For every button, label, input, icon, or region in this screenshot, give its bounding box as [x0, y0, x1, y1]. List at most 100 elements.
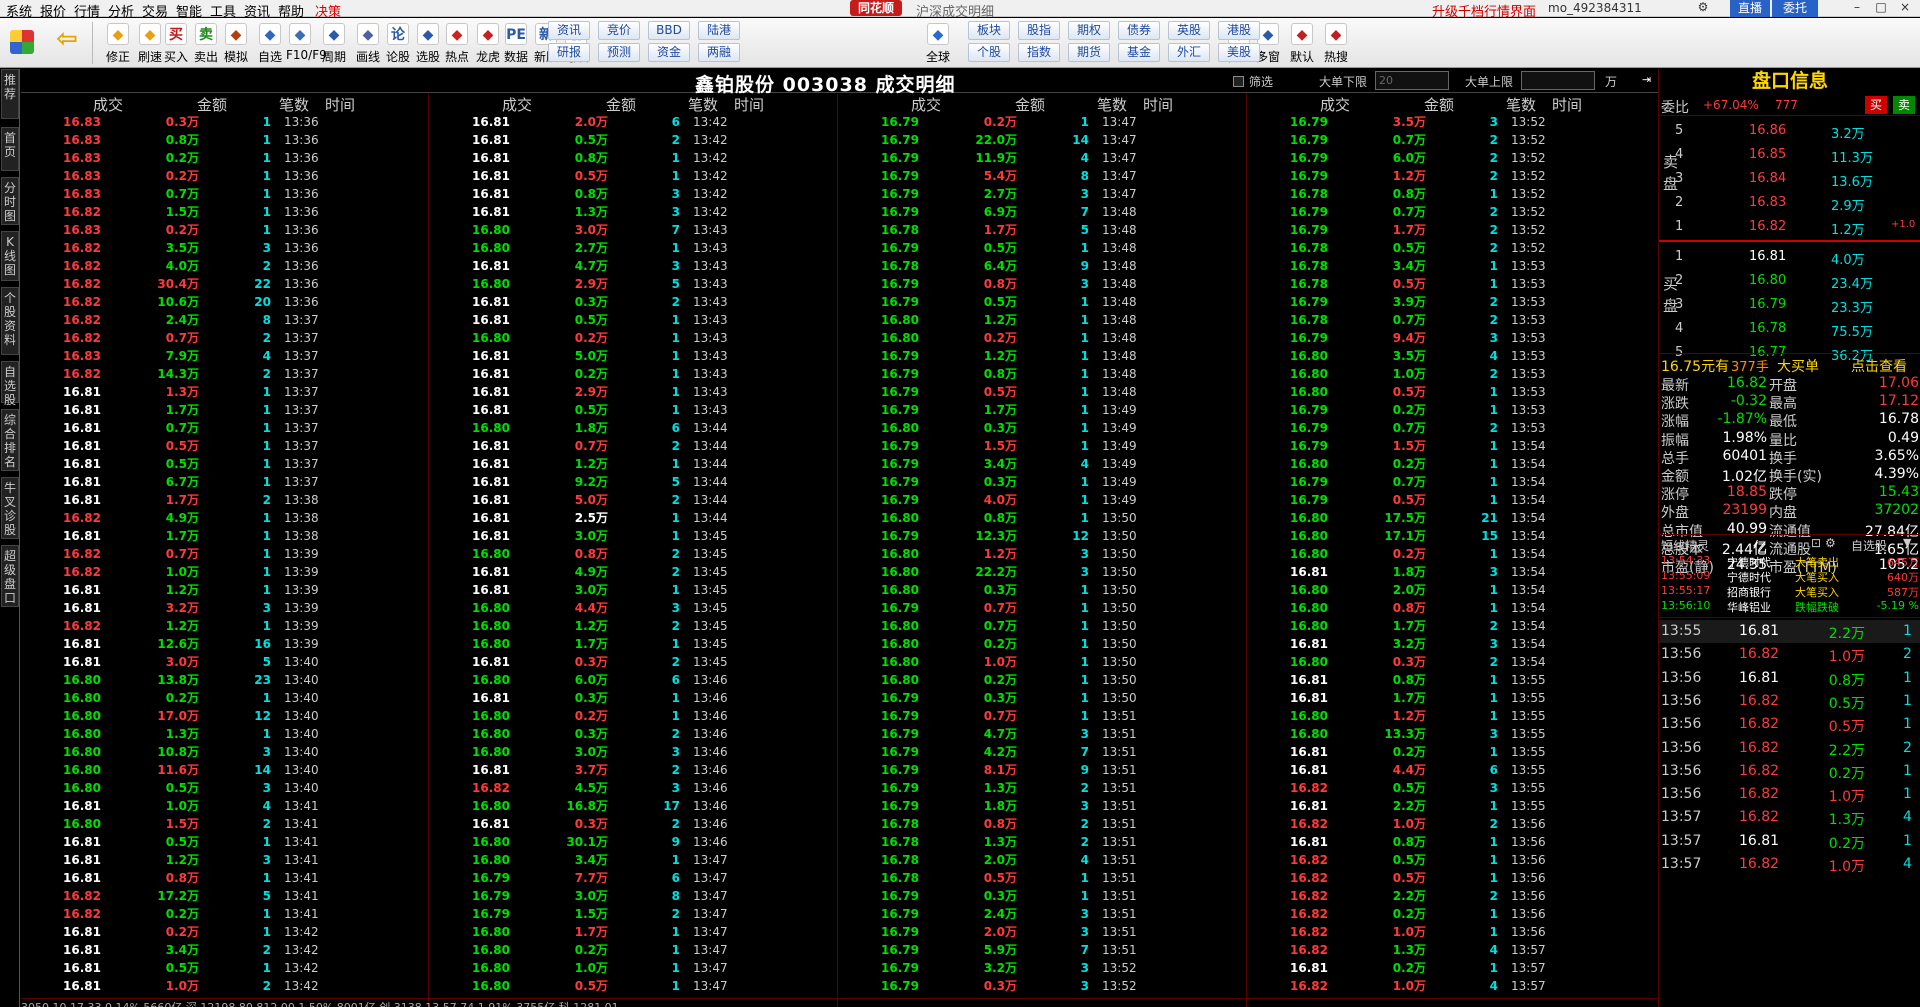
sprite-row[interactable]: 13:56:10 华峰铝业 跌幅跌破 -5.19 %	[1659, 599, 1920, 616]
toolbar-button-4[interactable]: ◆ 模拟	[222, 22, 250, 66]
quick-link-4-0[interactable]: 板块	[968, 21, 1010, 40]
toolbar-button-6[interactable]: ◆ F10/F9	[286, 22, 327, 66]
toolbar-button-20[interactable]: ◆ 热搜	[1322, 22, 1350, 66]
sprite-type: 大笔买入	[1795, 571, 1839, 584]
quick-link-7-1[interactable]: 基金	[1118, 43, 1160, 62]
trade-amount: 1.3万	[983, 781, 1017, 795]
bid-row[interactable]: 1 16.81 4.0万	[1659, 245, 1920, 269]
toolbar-button-11[interactable]: ◆ 热点	[443, 22, 471, 66]
ask-row[interactable]: 5 16.86 3.2万	[1659, 119, 1920, 143]
quick-link-0-1[interactable]: 研报	[548, 43, 590, 62]
quote-panel: 盘口信息 委比 +67.04% 777 买 卖 卖盘 5 16.86 3.2万 4 16.…	[1658, 69, 1920, 1007]
quick-link-9-1[interactable]: 美股	[1218, 43, 1260, 62]
quick-link-2-0[interactable]: BBD	[648, 21, 690, 40]
chevron-down-icon[interactable]: ▼	[1903, 536, 1911, 549]
toolbar-button-10[interactable]: ◆ 选股	[414, 22, 442, 66]
refresh-icon[interactable]: ⊡	[1811, 536, 1821, 550]
toolbar-button-5[interactable]: ◆ 自选	[256, 22, 284, 66]
trade-amount: 1.2万	[574, 619, 608, 633]
sidebar-tab-1[interactable]: 首页	[1, 127, 19, 171]
back-arrow-icon[interactable]: ⇦	[52, 22, 82, 66]
quick-link-4-1[interactable]: 个股	[968, 43, 1010, 62]
trade-amount: 0.8万	[983, 277, 1017, 291]
trade-count: 1	[1489, 457, 1498, 471]
trade-price: 16.78	[881, 835, 919, 849]
big-lower-input[interactable]: 20	[1375, 71, 1449, 90]
quick-link-5-1[interactable]: 指数	[1018, 43, 1060, 62]
toolbar-button-7[interactable]: ◆ 周期	[320, 22, 348, 66]
quick-link-9-0[interactable]: 港股	[1218, 21, 1260, 40]
toolbar-button-3[interactable]: 卖卖出	[192, 22, 220, 66]
quick-link-2-1[interactable]: 资金	[648, 43, 690, 62]
trade-time: 13:52	[1511, 241, 1546, 255]
quick-link-7-0[interactable]: 债券	[1118, 21, 1160, 40]
ask-row[interactable]: 3 16.84 13.6万	[1659, 167, 1920, 191]
settings-icon[interactable]: ⚙	[1694, 1, 1712, 15]
ask-row[interactable]: 2 16.83 2.9万	[1659, 191, 1920, 215]
toolbar-button-8[interactable]: ◆ 画线	[354, 22, 382, 66]
bid-row[interactable]: 2 16.80 23.4万	[1659, 269, 1920, 293]
trade-time: 13:55	[1511, 673, 1546, 687]
trade-count: 2	[1080, 781, 1089, 795]
sidebar-tab-3[interactable]: K线图	[1, 231, 19, 281]
trade-price: 16.81	[1290, 565, 1328, 579]
quick-link-3-0[interactable]: 陆港	[698, 21, 740, 40]
big-upper-input[interactable]	[1521, 71, 1595, 90]
sidebar-tab-0[interactable]: 推荐	[1, 69, 19, 119]
sidebar-tab-4[interactable]: 个股资料	[1, 287, 19, 355]
toolbar-button-9[interactable]: 论论股	[384, 22, 412, 66]
quick-link-8-1[interactable]: 外汇	[1168, 43, 1210, 62]
minimize-icon[interactable]: –	[1848, 1, 1866, 15]
buy-button[interactable]: 买	[1865, 96, 1887, 114]
maximize-icon[interactable]: □	[1872, 1, 1890, 15]
bid-row[interactable]: 4 16.78 75.5万	[1659, 317, 1920, 341]
trade-time: 13:54	[1511, 547, 1546, 561]
trade-price: 16.80	[472, 331, 510, 345]
stat-label: 涨幅	[1661, 414, 1689, 431]
quick-link-8-0[interactable]: 英股	[1168, 21, 1210, 40]
live-button[interactable]: 直播	[1730, 0, 1770, 17]
sidebar-tab-7[interactable]: 牛叉诊股	[1, 477, 19, 539]
trade-amount: 9.2万	[574, 475, 608, 489]
toolbar-label: 热点	[444, 50, 469, 64]
toolbar-button-12[interactable]: ◆ 龙虎	[474, 22, 502, 66]
big-buy-link[interactable]: 点击查看	[1851, 356, 1907, 376]
ask-row[interactable]: 4 16.85 11.3万	[1659, 143, 1920, 167]
expand-panel-icon[interactable]: ⇥	[1642, 73, 1656, 89]
quick-link-0-0[interactable]: 资讯	[548, 21, 590, 40]
filter-checkbox[interactable]	[1233, 76, 1244, 87]
trade-amount: 0.7万	[574, 439, 608, 453]
trade-price: 16.83	[63, 115, 101, 129]
watchlist-dropdown[interactable]: 自选股	[1851, 537, 1887, 554]
quick-link-5-0[interactable]: 股指	[1018, 21, 1060, 40]
sidebar-tab-8[interactable]: 超级盘口	[1, 545, 19, 607]
trade-time: 13:51	[1102, 745, 1137, 759]
sell-button[interactable]: 卖	[1893, 96, 1915, 114]
sidebar-tab-5[interactable]: 自选股	[1, 361, 19, 407]
weibi-diff: 777	[1775, 98, 1798, 112]
toolbar-button-19[interactable]: ◆ 默认	[1288, 22, 1316, 66]
trade-price: 16.81	[63, 637, 101, 651]
quick-link-3-1[interactable]: 两融	[698, 43, 740, 62]
trade-price: 16.80	[63, 745, 101, 759]
trade-amount: 0.7万	[165, 331, 199, 345]
toolbar-button-16[interactable]: ◆ 全球	[924, 22, 952, 66]
quick-link-1-0[interactable]: 竞价	[598, 21, 640, 40]
app-grid-icon[interactable]	[6, 22, 38, 66]
toolbar-button-1[interactable]: ◆ 刷速	[136, 22, 164, 66]
gear-icon[interactable]: ⚙	[1825, 536, 1836, 550]
close-icon[interactable]: ×	[1896, 1, 1914, 15]
toolbar-button-13[interactable]: PE 数据	[502, 22, 530, 66]
sidebar-tab-2[interactable]: 分时图	[1, 177, 19, 225]
quick-link-1-1[interactable]: 预测	[598, 43, 640, 62]
toolbar-button-0[interactable]: ◆ 修正	[104, 22, 132, 66]
sidebar-tab-6[interactable]: 综合排名	[1, 409, 19, 471]
trade-time: 13:54	[1511, 601, 1546, 615]
quick-link-6-1[interactable]: 期货	[1068, 43, 1110, 62]
detail-title-bar: 鑫铂股份 003038 成交明细 筛选 大单下限 20 大单上限 万	[21, 69, 1661, 96]
ask-row[interactable]: 1 16.82 1.2万 +1.0	[1659, 215, 1920, 239]
entrust-button[interactable]: 委托	[1772, 0, 1818, 17]
quick-link-6-0[interactable]: 期权	[1068, 21, 1110, 40]
bid-row[interactable]: 3 16.79 23.3万	[1659, 293, 1920, 317]
toolbar-button-2[interactable]: 买买入	[162, 22, 190, 66]
